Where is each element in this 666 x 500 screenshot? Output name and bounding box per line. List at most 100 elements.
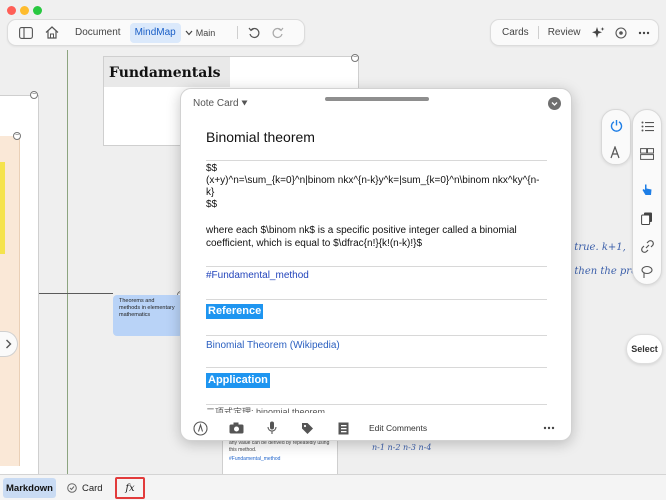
microphone-button[interactable] (264, 420, 280, 436)
app-window: Document MindMap Main Cards Review − − F… (0, 0, 666, 500)
power-icon (610, 119, 622, 132)
checkmark-circle-icon (67, 483, 77, 493)
reference-link[interactable]: Binomial Theorem (Wikipedia) (206, 340, 340, 351)
connector-line (67, 50, 68, 480)
pointer-tool-button[interactable] (633, 175, 661, 203)
ai-button[interactable] (587, 23, 609, 43)
note-card-panel: Note Card Binomial theorem $$ (x+y)^n=\s… (180, 88, 572, 441)
collapse-note-button[interactable] (548, 97, 561, 110)
link-button[interactable] (633, 232, 661, 260)
note-more-button[interactable] (541, 420, 557, 436)
home-button[interactable] (40, 23, 64, 43)
copy-button[interactable] (633, 204, 661, 232)
tag-button[interactable] (299, 420, 315, 436)
chevron-down-icon (185, 30, 193, 35)
layout-icon (640, 148, 654, 160)
main-dropdown[interactable]: Main (185, 23, 216, 43)
tag-icon (301, 422, 313, 434)
sidebar-toggle-button[interactable] (12, 23, 40, 43)
drag-handle[interactable] (325, 97, 429, 101)
note-footer: Edit Comments (181, 414, 571, 440)
divider (206, 367, 547, 368)
lasso-icon (641, 265, 653, 278)
hand-pointer-icon (642, 184, 652, 195)
bottom-bar: Markdown Card fx (0, 474, 666, 500)
side-tools-toolbar (632, 109, 662, 285)
card-button-label: Card (82, 482, 103, 494)
sparkle-icon (592, 26, 605, 38)
copy-icon (641, 212, 652, 225)
excerpt-icon (338, 422, 348, 434)
zoom-window-button[interactable] (33, 6, 42, 15)
latex-block[interactable]: $$ (x+y)^n=\sum_{k=0}^n|binom nkx^{n-k}y… (206, 163, 541, 211)
ellipsis-icon (543, 426, 555, 430)
chevron-down-icon (551, 102, 558, 106)
divider (206, 299, 547, 300)
induction-node-tag: #Fundamental_method (229, 456, 281, 462)
chevron-right-icon (6, 339, 12, 349)
undo-icon (248, 27, 260, 38)
camera-button[interactable] (228, 420, 244, 436)
edit-comments-button[interactable]: Edit Comments (369, 423, 427, 433)
note-title[interactable]: Binomial theorem (206, 129, 315, 145)
text-tool-button[interactable] (602, 138, 630, 166)
main-dropdown-label: Main (195, 27, 216, 38)
sync-settings-icon (615, 26, 628, 39)
outline-button[interactable] (633, 112, 661, 140)
toolbar-divider (537, 26, 539, 39)
tab-mindmap[interactable]: MindMap (129, 22, 181, 43)
note-paragraph[interactable]: where each $\binom nk$ is a specific pos… (206, 225, 546, 250)
close-window-button[interactable] (7, 6, 16, 15)
formula-button[interactable]: fx (115, 477, 145, 499)
main-toolbar: Document MindMap Main (7, 19, 305, 46)
divider (206, 160, 547, 161)
text-cursor-icon (610, 145, 620, 158)
tab-document[interactable]: Document (70, 23, 126, 43)
note-type-label: Note Card (193, 98, 239, 109)
pen-circle-icon (192, 420, 208, 436)
reference-heading[interactable]: Reference (206, 304, 264, 319)
camera-icon (229, 422, 243, 434)
sidebar-icon (19, 26, 33, 39)
redo-icon (272, 27, 284, 38)
list-icon (641, 121, 654, 131)
excerpt-button[interactable] (335, 420, 351, 436)
minimize-window-button[interactable] (20, 6, 29, 15)
connector-line (38, 293, 113, 294)
markdown-button[interactable]: Markdown (3, 478, 56, 498)
layout-button[interactable] (633, 140, 661, 168)
toolbar-divider (237, 26, 239, 39)
note-tag[interactable]: #Fundamental_method (206, 270, 309, 281)
microphone-icon (267, 421, 277, 434)
pen-button[interactable] (192, 420, 208, 436)
more-options-button[interactable] (633, 23, 655, 43)
card-button[interactable]: Card (67, 478, 103, 498)
divider (206, 404, 547, 405)
cut-off-text: 二项式定理: binomial theorem (206, 407, 326, 413)
handwriting-text: n-1 n-2 n-3 n-4 (372, 443, 432, 452)
handwriting-text: s true. k+1, (566, 242, 626, 253)
triangle-down-icon (241, 100, 248, 106)
link-icon (640, 239, 654, 253)
collapse-icon[interactable]: − (351, 54, 359, 62)
review-button[interactable]: Review (543, 23, 586, 43)
theorems-node[interactable]: Theorems and methods in elementary mathe… (113, 295, 183, 336)
divider (206, 335, 547, 336)
lasso-button[interactable] (633, 258, 661, 286)
note-type-dropdown[interactable]: Note Card (193, 98, 248, 109)
collapse-icon[interactable]: − (30, 91, 38, 99)
collapse-icon[interactable]: − (13, 132, 21, 140)
power-toggle-button[interactable] (602, 111, 630, 139)
yellow-node-marker (0, 162, 5, 254)
left-node-column[interactable] (0, 95, 39, 475)
redo-button[interactable] (266, 23, 290, 43)
home-icon (45, 26, 59, 39)
sync-button[interactable] (609, 23, 633, 43)
select-button[interactable]: Select (626, 334, 663, 364)
cards-button[interactable]: Cards (497, 23, 534, 43)
pen-mode-toolbar (601, 109, 631, 165)
undo-button[interactable] (242, 23, 266, 43)
secondary-toolbar: Cards Review (490, 19, 659, 46)
fundamentals-title: Fundamentals (109, 65, 221, 81)
application-heading[interactable]: Application (206, 373, 270, 388)
